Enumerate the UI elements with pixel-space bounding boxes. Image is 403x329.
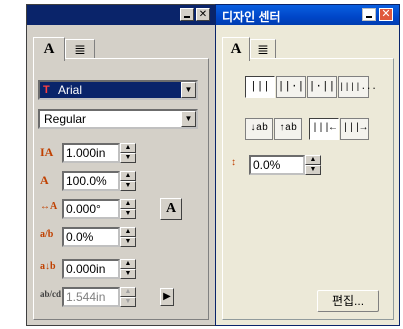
width-value: 100.0%: [66, 174, 107, 188]
spin-down-icon[interactable]: ▼: [120, 153, 136, 163]
spin-up-icon[interactable]: ▲: [120, 199, 136, 209]
window-title: 디자인 센터: [222, 10, 281, 24]
indent-spinner[interactable]: ▲ ▼: [305, 155, 321, 175]
spin-down-icon[interactable]: ▼: [120, 209, 136, 219]
spin-down-icon: ▼: [120, 297, 136, 307]
apply-format-button[interactable]: A: [160, 198, 182, 220]
character-panel: T Arial ▼ Regular ▼ IA 1.000in ▲ ▼ A 100.…: [33, 58, 209, 320]
baseline-shift-icon: a/b: [40, 229, 54, 240]
text-top-to-bottom-button[interactable]: ↓ab: [245, 118, 273, 140]
indent-field[interactable]: 0.0%: [249, 155, 305, 175]
spin-down-icon[interactable]: ▼: [120, 237, 136, 247]
font-name-value: Arial: [58, 83, 83, 97]
line-spacing-icon: ab/cd: [40, 289, 62, 299]
indent-icon: ↕: [231, 157, 236, 168]
baseline-spinner[interactable]: ▲ ▼: [120, 227, 136, 247]
font-style-dropdown[interactable]: Regular ▼: [38, 109, 198, 129]
title-bar[interactable]: 디자인 센터 ✕: [216, 5, 399, 25]
design-center-window: 디자인 센터 ✕ A ≣ ||| ||·| |·|| ||||... ↓ab ↑…: [215, 4, 400, 326]
spin-up-icon[interactable]: ▲: [120, 259, 136, 269]
truetype-font-icon: T: [43, 84, 50, 96]
spin-up-icon[interactable]: ▲: [120, 227, 136, 237]
slant-value: 0.000°: [66, 202, 101, 216]
font-size-field[interactable]: 1.000in: [62, 143, 120, 163]
kerning-spinner[interactable]: ▲ ▼: [120, 259, 136, 279]
more-options-button[interactable]: ▶: [160, 288, 174, 306]
text-left-to-right-button[interactable]: |||→: [340, 118, 369, 140]
text-properties-window: ✕ A ≣ T Arial ▼ Regular ▼ IA 1.000in ▲ ▼ …: [26, 4, 216, 326]
baseline-value: 0.0%: [66, 230, 94, 244]
font-size-spinner[interactable]: ▲ ▼: [120, 143, 136, 163]
paragraph-panel: ||| ||·| |·|| ||||... ↓ab ↑ab |||← |||→ …: [222, 58, 394, 320]
align-left-button[interactable]: |||: [245, 76, 275, 98]
width-spinner[interactable]: ▲ ▼: [120, 171, 136, 191]
spin-down-icon[interactable]: ▼: [120, 181, 136, 191]
font-size-icon: IA: [40, 145, 54, 159]
tab-character[interactable]: A: [222, 37, 250, 61]
justify-button[interactable]: ||||...: [338, 76, 377, 98]
slant-field[interactable]: 0.000°: [62, 199, 120, 219]
width-field[interactable]: 100.0%: [62, 171, 120, 191]
minimize-button[interactable]: [362, 8, 376, 21]
text-right-to-left-button[interactable]: |||←: [309, 118, 339, 140]
slant-icon: ↔A: [40, 201, 58, 212]
baseline-field[interactable]: 0.0%: [62, 227, 120, 247]
font-style-value: Regular: [44, 112, 87, 126]
align-center-button[interactable]: ||·|: [276, 76, 306, 98]
spin-up-icon[interactable]: ▲: [305, 155, 321, 165]
spin-down-icon[interactable]: ▼: [120, 269, 136, 279]
paragraph-tab-icon: ≣: [257, 43, 269, 58]
spacing-field: 1.544in: [62, 287, 120, 307]
chevron-down-icon[interactable]: ▼: [181, 82, 196, 98]
text-bottom-to-top-button[interactable]: ↑ab: [274, 118, 302, 140]
spin-up-icon[interactable]: ▲: [120, 171, 136, 181]
slant-spinner[interactable]: ▲ ▼: [120, 199, 136, 219]
spin-down-icon[interactable]: ▼: [305, 165, 321, 175]
align-right-button[interactable]: |·||: [307, 76, 337, 98]
spacing-spinner: ▲ ▼: [120, 287, 136, 307]
spacing-value: 1.544in: [66, 290, 106, 304]
character-tab-icon: A: [230, 41, 242, 57]
spin-up-icon[interactable]: ▲: [120, 143, 136, 153]
kerning-value: 0.000in: [66, 262, 106, 276]
character-tab-icon: A: [43, 41, 55, 57]
spin-up-icon: ▲: [120, 287, 136, 297]
font-name-dropdown[interactable]: T Arial ▼: [38, 80, 198, 100]
close-button[interactable]: ✕: [196, 8, 210, 21]
title-bar[interactable]: ✕: [27, 5, 215, 25]
minimize-button[interactable]: [180, 8, 194, 21]
close-button[interactable]: ✕: [379, 8, 393, 21]
alignment-toolbar: ||| ||·| |·|| ||||...: [245, 76, 377, 98]
indent-value: 0.0%: [253, 158, 281, 172]
kerning-field[interactable]: 0.000in: [62, 259, 120, 279]
direction-toolbar: ↓ab ↑ab |||← |||→: [245, 118, 369, 140]
edit-button[interactable]: 편집...: [317, 290, 379, 312]
tab-character[interactable]: A: [33, 37, 65, 61]
font-size-value: 1.000in: [66, 146, 106, 160]
kerning-icon: a↓b: [40, 261, 56, 272]
width-scale-icon: A: [40, 173, 49, 187]
chevron-down-icon[interactable]: ▼: [181, 111, 196, 127]
paragraph-tab-icon: ≣: [74, 43, 86, 58]
